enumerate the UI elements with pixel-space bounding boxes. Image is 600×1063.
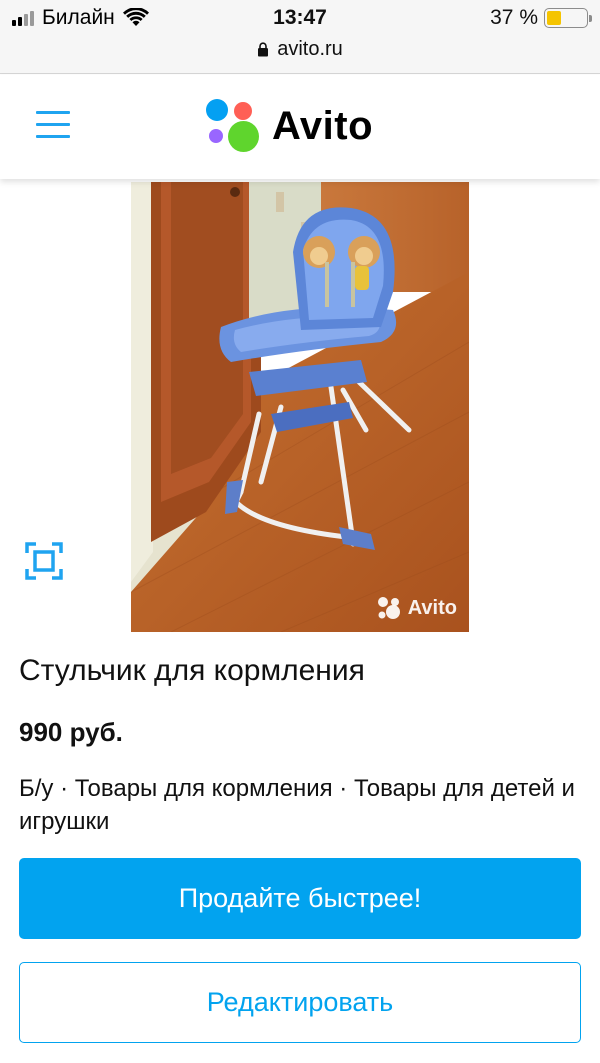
listing-category: Б/у · Товары для кормления · Товары для … (19, 775, 575, 835)
listing-photo[interactable]: Avito (131, 182, 469, 632)
battery-icon (544, 8, 592, 28)
edit-button[interactable]: Редактировать (19, 962, 581, 1043)
watermark-text: Avito (407, 596, 457, 619)
address-bar[interactable]: avito.ru (0, 38, 600, 61)
status-bar-right: 37 % (490, 6, 592, 30)
status-bar: Билайн 13:47 37 % avito.ru (0, 0, 600, 74)
listing-title: Стульчик для кормления (19, 654, 365, 687)
avito-logo[interactable]: Avito (206, 99, 373, 153)
promote-button-label: Продайте быстрее! (178, 883, 422, 913)
fullscreen-icon[interactable] (25, 542, 63, 580)
site-header: Avito (0, 75, 600, 179)
battery-level (547, 11, 562, 25)
url-text: avito.ru (277, 38, 343, 60)
battery-percent: 37 % (490, 6, 538, 29)
lock-icon (258, 42, 269, 57)
logo-text: Avito (272, 103, 374, 148)
high-chair-photo (131, 182, 469, 632)
promote-button[interactable]: Продайте быстрее! (19, 858, 581, 939)
hamburger-menu-icon[interactable] (36, 111, 70, 141)
watermark-dots-icon (377, 597, 400, 619)
photo-watermark: Avito (377, 596, 457, 620)
edit-button-label: Редактировать (206, 987, 394, 1017)
logo-dots-icon (206, 99, 262, 153)
listing-price: 990 руб. (19, 717, 123, 747)
